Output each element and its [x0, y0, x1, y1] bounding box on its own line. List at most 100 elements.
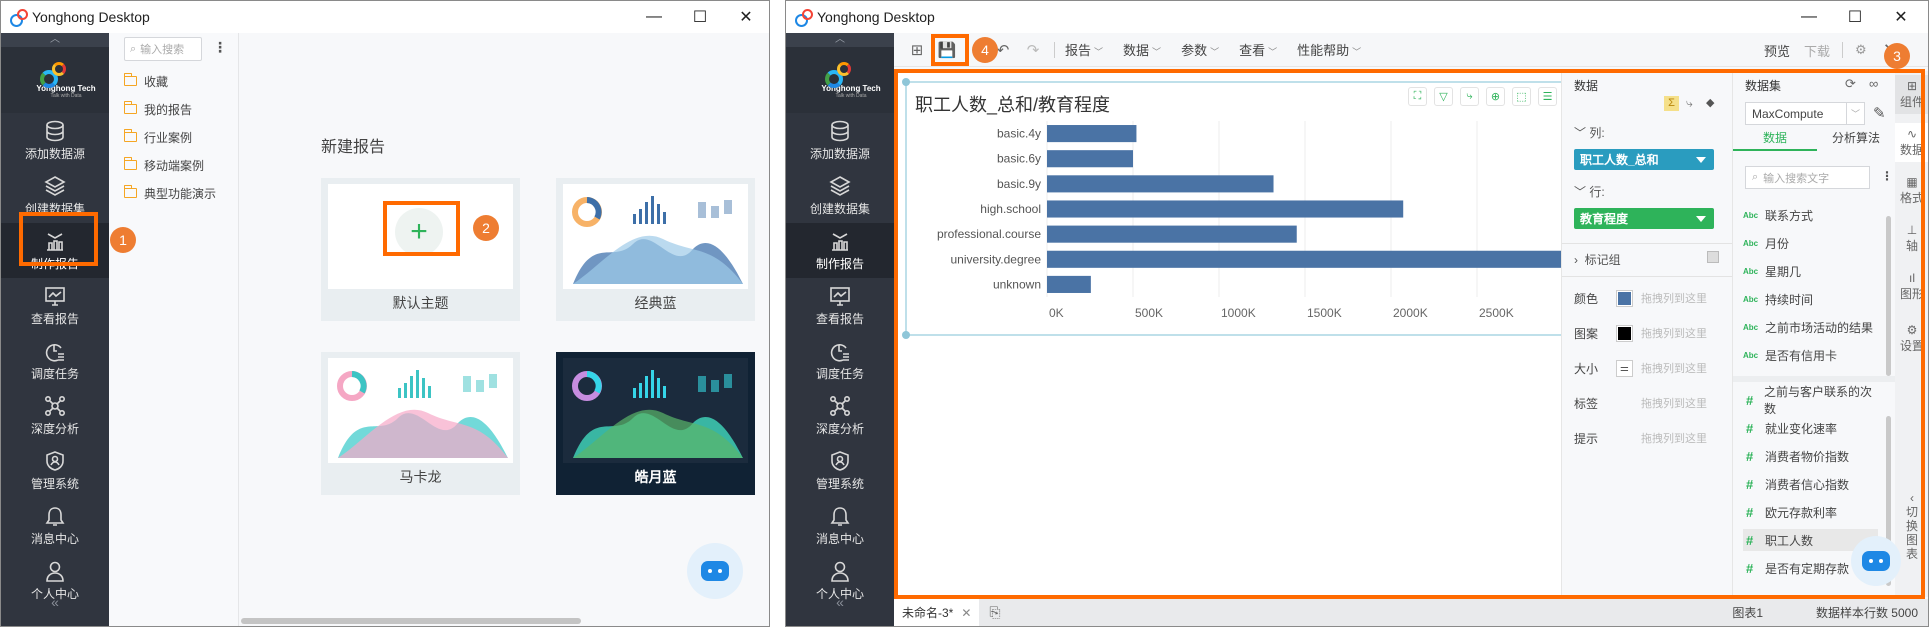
menu-data[interactable]: 数据 ﹀ [1123, 40, 1161, 59]
tree-folder[interactable]: 典型功能演示 [123, 183, 216, 203]
redo-button[interactable]: ↷ [1022, 39, 1044, 61]
marks-group-toggle[interactable]: › 标记组 [1574, 251, 1621, 268]
tab-component[interactable]: ⊞ 组件 [1895, 75, 1928, 114]
dimension-field[interactable]: Abc 是否有信用卡 [1743, 344, 1878, 366]
theme-card-classic-blue[interactable]: 经典蓝 [556, 178, 755, 321]
dimension-field[interactable]: Abc 联系方式 [1743, 204, 1878, 226]
collapse-sidebar-icon[interactable]: « [786, 594, 894, 610]
bar-basic.6y[interactable] [1047, 150, 1133, 168]
sum-icon[interactable]: Σ [1664, 96, 1679, 111]
fullscreen-icon[interactable]: ⛶ [1408, 87, 1427, 106]
mark-pattern[interactable]: 图案 拖拽列到这里 [1574, 323, 1724, 343]
maximize-button[interactable]: ☐ [1832, 1, 1878, 33]
sidebar-item-make-report[interactable]: 制作报告 [1, 223, 109, 278]
close-button[interactable]: ✕ [1878, 1, 1924, 33]
bar-professional.course[interactable] [1047, 225, 1297, 243]
sidebar-item-create-dataset[interactable]: 创建数据集 [1, 168, 109, 223]
minimize-button[interactable]: — [631, 1, 677, 33]
resize-handle[interactable] [902, 331, 910, 339]
settings-icon[interactable]: ⚙ [1855, 42, 1867, 58]
dimension-field[interactable]: Abc 之前市场活动的结果 [1743, 316, 1878, 338]
bar-high.school[interactable] [1047, 200, 1404, 218]
sidebar-item-deep-analysis[interactable]: 深度分析 [786, 388, 894, 443]
minimize-button[interactable]: — [1786, 1, 1832, 33]
bar-basic.4y[interactable] [1047, 125, 1137, 143]
tab-graphic[interactable]: ıl 图形 [1895, 271, 1928, 302]
bar-chart-component[interactable]: 职工人数_总和/教育程度 ⛶ ▽ ⤷ ⊕ ⬚ ☰ 0K 500K 1000K 1500… [902, 78, 1565, 339]
bar-unknown[interactable] [1047, 275, 1091, 293]
pattern-swatch[interactable] [1616, 324, 1634, 342]
tree-folder[interactable]: 行业案例 [123, 127, 192, 147]
close-tab-icon[interactable]: ✕ [961, 606, 971, 620]
swap-axes-icon[interactable]: ⤷ [1686, 96, 1693, 111]
tab-axis[interactable]: ⊥ 轴 [1895, 223, 1928, 254]
sidebar-item-admin-system[interactable]: 管理系统 [786, 443, 894, 498]
dataset-select[interactable]: MaxCompute ﹀ [1745, 102, 1865, 125]
field-list-scrollbar[interactable] [1886, 216, 1891, 376]
select-icon[interactable]: ⬚ [1512, 87, 1531, 106]
new-component-icon[interactable]: ⊞ [906, 39, 928, 61]
link-datasets-icon[interactable]: ∞ [1869, 76, 1878, 91]
menu-params[interactable]: 参数 ﹀ [1181, 40, 1219, 59]
sidebar-item-view-report[interactable]: 查看报告 [1, 278, 109, 333]
dimension-field[interactable]: Abc 星期几 [1743, 260, 1878, 282]
ai-assistant-button[interactable] [1851, 536, 1901, 586]
mark-tooltip[interactable]: 提示 拖拽列到这里 [1574, 428, 1724, 448]
measure-field[interactable]: # 欧元存款利率 [1743, 501, 1878, 523]
horizontal-scrollbar[interactable] [241, 618, 581, 624]
eraser-icon[interactable]: ◆ [1706, 96, 1714, 109]
sidebar-item-make-report[interactable]: 制作报告 [786, 223, 894, 278]
swap-icon[interactable]: ⤷ [1460, 87, 1479, 106]
ai-assistant-button[interactable] [687, 543, 743, 599]
sidebar-item-add-datasource[interactable]: 添加数据源 [1, 113, 109, 168]
bar-university.degree[interactable] [1047, 250, 1563, 268]
tree-folder[interactable]: 移动端案例 [123, 155, 204, 175]
export-excel-icon[interactable]: ⎘ [989, 604, 1000, 621]
add-report-button[interactable]: + [395, 208, 443, 256]
edit-dataset-icon[interactable]: ✎ [1873, 104, 1886, 122]
dimension-field[interactable]: Abc 月份 [1743, 232, 1878, 254]
panel-splitter[interactable] [1733, 376, 1895, 382]
tree-search-input[interactable]: ⌕ 输入搜索 [124, 37, 202, 61]
sidebar-item-schedule-task[interactable]: 调度任务 [1, 333, 109, 388]
dimension-field[interactable]: Abc 持续时间 [1743, 288, 1878, 310]
tree-folder[interactable]: 收藏 [123, 71, 168, 91]
tab-format[interactable]: ▦ 格式 [1895, 175, 1928, 206]
scroll-up-icon[interactable]: ︿ [786, 33, 894, 47]
menu-report[interactable]: 报告 ﹀ [1065, 40, 1103, 59]
sidebar-item-view-report[interactable]: 查看报告 [786, 278, 894, 333]
tag-icon[interactable] [1707, 251, 1719, 263]
tab-data[interactable]: 数据 [1733, 129, 1817, 151]
measure-field[interactable]: # 消费者信心指数 [1743, 473, 1878, 495]
tab-data-props[interactable]: ∿ 数据 [1895, 123, 1928, 162]
color-swatch[interactable] [1616, 289, 1634, 307]
sidebar-item-message-center[interactable]: 消息中心 [786, 498, 894, 553]
save-button[interactable]: 💾 [936, 39, 958, 61]
tree-folder[interactable]: 我的报告 [123, 99, 192, 119]
sidebar-item-add-datasource[interactable]: 添加数据源 [786, 113, 894, 168]
mark-color[interactable]: 颜色 拖拽列到这里 [1574, 288, 1724, 308]
more-options-icon[interactable]: ⋮ [213, 39, 227, 56]
mark-label[interactable]: 标签 拖拽列到这里 [1574, 393, 1724, 413]
sidebar-item-message-center[interactable]: 消息中心 [1, 498, 109, 553]
sidebar-item-schedule-task[interactable]: 调度任务 [786, 333, 894, 388]
theme-card-default[interactable]: + 默认主题 [321, 178, 520, 321]
size-slider-icon[interactable]: ⚌ [1616, 359, 1634, 377]
preview-button[interactable]: 预览 [1764, 41, 1790, 60]
maximize-button[interactable]: ☐ [677, 1, 723, 33]
measure-field[interactable]: # 就业变化速率 [1743, 417, 1878, 439]
switch-chart-button[interactable]: ‹ 切换图表 [1895, 491, 1928, 561]
refresh-icon[interactable]: ⟳ [1845, 76, 1856, 92]
collapse-sidebar-icon[interactable]: « [1, 594, 109, 610]
bar-basic.9y[interactable] [1047, 175, 1274, 193]
field-search-input[interactable]: ⌕ 输入搜索文字 [1745, 166, 1870, 189]
sidebar-item-deep-analysis[interactable]: 深度分析 [1, 388, 109, 443]
sidebar-item-admin-system[interactable]: 管理系统 [1, 443, 109, 498]
measure-field[interactable]: # 消费者物价指数 [1743, 445, 1878, 467]
close-button[interactable]: ✕ [723, 1, 769, 33]
sidebar-item-create-dataset[interactable]: 创建数据集 [786, 168, 894, 223]
row-field-pill[interactable]: 教育程度 [1574, 208, 1714, 229]
mark-size[interactable]: 大小 ⚌ 拖拽列到这里 [1574, 358, 1724, 378]
tab-settings[interactable]: ⚙ 设置 [1895, 323, 1928, 354]
more-options-icon[interactable]: ⋮ [1881, 169, 1893, 183]
